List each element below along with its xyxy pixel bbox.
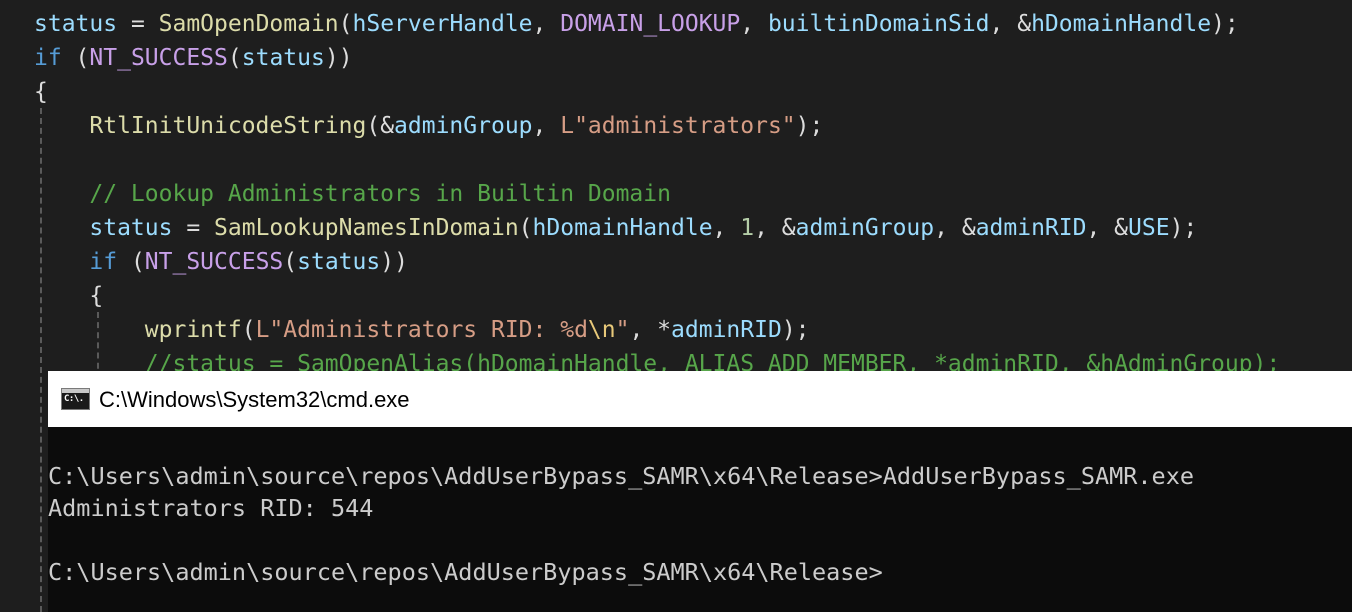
code-line: if (NT_SUCCESS(status)): [34, 245, 408, 279]
code-token: {: [34, 79, 48, 105]
cmd-icon-bar: [62, 389, 89, 393]
code-token: status: [34, 11, 118, 37]
code-token: {: [89, 283, 104, 309]
code-line: {: [34, 75, 48, 109]
code-token: DOMAIN_LOOKUP: [560, 11, 741, 37]
code-token: (: [117, 249, 145, 275]
code-token: adminRID: [671, 317, 782, 343]
code-token: if: [34, 45, 62, 71]
code-token: RtlInitUnicodeString: [89, 113, 367, 139]
console-line: C:\Users\admin\source\repos\AddUserBypas…: [48, 558, 883, 586]
code-token: , &: [934, 215, 976, 241]
code-token: status: [89, 215, 173, 241]
code-token: wprintf: [144, 317, 242, 343]
code-token: NT_SUCCESS: [144, 249, 284, 275]
code-token: =: [117, 11, 159, 37]
cmd-console-output[interactable]: C:\Users\admin\source\repos\AddUserBypas…: [48, 427, 1352, 612]
code-token: , &: [754, 215, 796, 241]
code-token: )): [324, 45, 353, 71]
code-token: (: [241, 317, 256, 343]
code-token: USE: [1128, 215, 1170, 241]
code-line: wprintf(L"Administrators RID: %d\n", *ad…: [34, 313, 810, 347]
code-token: ": [615, 317, 630, 343]
code-token: adminGroup: [795, 215, 935, 241]
code-token: ,: [532, 11, 561, 37]
code-token: )): [380, 249, 408, 275]
cmd-window-title: C:\Windows\System32\cmd.exe: [99, 387, 410, 412]
code-token: builtinDomainSid: [767, 11, 990, 37]
code-token: hDomainHandle: [532, 215, 713, 241]
indent-guide-outer: [40, 108, 42, 612]
code-token: adminRID: [975, 215, 1087, 241]
code-token: hServerHandle: [352, 11, 533, 37]
code-token: if: [89, 249, 118, 275]
code-token: );: [1169, 215, 1198, 241]
code-token: , *: [629, 317, 672, 343]
code-line: status = SamLookupNamesInDomain(hDomainH…: [34, 211, 1197, 245]
code-token: SamOpenDomain: [158, 11, 339, 37]
code-token: hDomainHandle: [1031, 11, 1212, 37]
code-token: status: [297, 249, 381, 275]
console-line: Administrators RID: 544: [48, 494, 374, 522]
code-token: (: [61, 45, 90, 71]
code-token: (: [283, 249, 298, 275]
code-token: status: [241, 45, 325, 71]
code-token: );: [781, 317, 810, 343]
code-token: (&: [366, 113, 395, 139]
code-token: =: [172, 215, 215, 241]
code-token: // Lookup Administrators in Builtin Doma…: [89, 181, 671, 207]
code-line: if (NT_SUCCESS(status)): [34, 41, 353, 75]
code-line: // Lookup Administrators in Builtin Doma…: [34, 177, 671, 211]
cmd-titlebar[interactable]: C:\. C:\Windows\System32\cmd.exe: [48, 371, 1352, 427]
cmd-window[interactable]: C:\. C:\Windows\System32\cmd.exe C:\User…: [48, 371, 1352, 612]
code-token: ,: [532, 113, 561, 139]
code-token: (: [518, 215, 533, 241]
code-line: {: [34, 279, 103, 313]
code-token: SamLookupNamesInDomain: [214, 215, 519, 241]
code-line: RtlInitUnicodeString(&adminGroup, L"admi…: [34, 109, 823, 143]
code-token: (: [338, 11, 353, 37]
cmd-icon: C:\.: [61, 388, 90, 410]
code-token: ,: [740, 11, 768, 37]
code-token: ,: [712, 215, 741, 241]
code-token: L"administrators": [560, 113, 796, 139]
code-token: , &: [1086, 215, 1129, 241]
code-token: (: [227, 45, 242, 71]
code-token: );: [795, 113, 824, 139]
code-token: L"Administrators RID: %d: [255, 317, 588, 343]
code-token: );: [1211, 11, 1239, 37]
code-token: \n: [587, 317, 616, 343]
code-line: status = SamOpenDomain(hServerHandle, DO…: [34, 7, 1239, 41]
cmd-icon-glyph: C:\.: [64, 394, 84, 404]
code-token: adminGroup: [394, 113, 533, 139]
code-token: , &: [989, 11, 1032, 37]
code-token: NT_SUCCESS: [89, 45, 228, 71]
console-line: C:\Users\admin\source\repos\AddUserBypas…: [48, 462, 1195, 490]
code-token: 1: [740, 215, 755, 241]
